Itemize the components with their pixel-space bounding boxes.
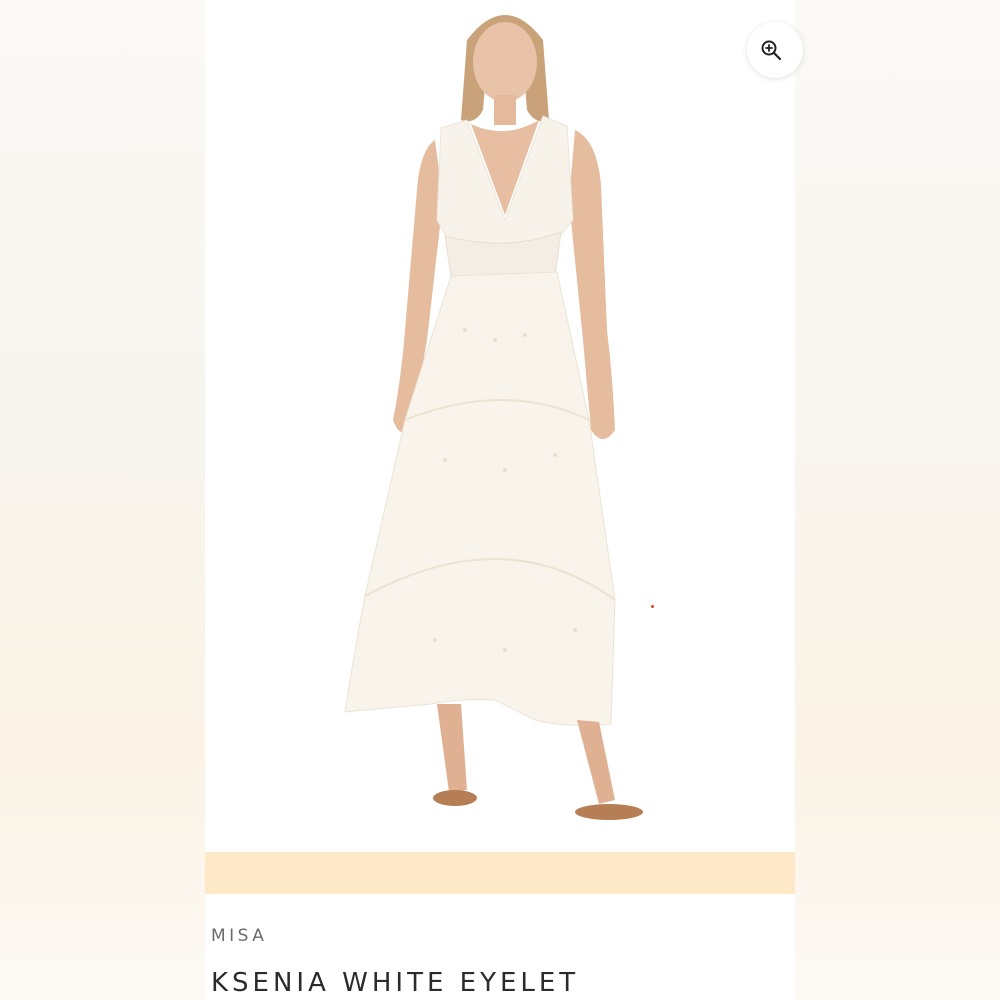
- zoom-button[interactable]: [747, 22, 803, 78]
- red-dot-marker: [651, 605, 654, 608]
- product-image[interactable]: [205, 0, 795, 852]
- product-panel: MISA KSENIA WHITE EYELET: [205, 0, 803, 1000]
- screenshot-stage: MISA KSENIA WHITE EYELET: [0, 0, 1000, 1000]
- blurred-background-right: [795, 0, 1000, 1000]
- blurred-background-left: [0, 0, 205, 1000]
- model-wearing-dress-illustration: [344, 15, 643, 820]
- zoom-in-icon: [761, 40, 782, 61]
- product-title: KSENIA WHITE EYELET: [211, 968, 580, 998]
- product-brand[interactable]: MISA: [211, 926, 267, 946]
- peach-banner: [205, 852, 795, 894]
